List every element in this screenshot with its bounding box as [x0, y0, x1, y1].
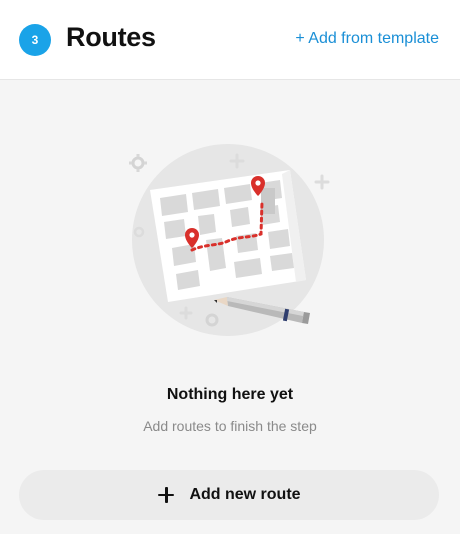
page-title: Routes: [66, 22, 156, 52]
add-new-route-label: Add new route: [189, 486, 301, 503]
empty-state-subtitle: Add routes to finish the step: [143, 418, 317, 434]
plus-icon: [157, 486, 175, 504]
empty-state-title: Nothing here yet: [166, 386, 294, 403]
add-new-route-button[interactable]: Add new route: [19, 470, 439, 520]
gear-icon: [131, 156, 145, 170]
route-map-illustration: [110, 140, 350, 340]
page-header: 3 Routes + Add from template: [0, 0, 460, 80]
add-from-template-link[interactable]: + Add from template: [295, 30, 439, 48]
step-number-badge: 3: [19, 24, 51, 56]
map-icon: [129, 144, 330, 336]
